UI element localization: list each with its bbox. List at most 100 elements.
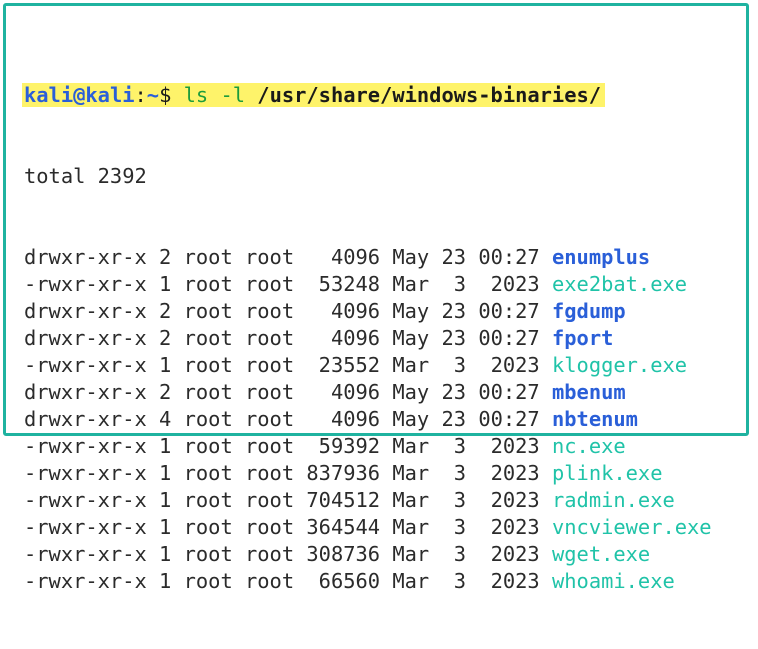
file-group: root [245,569,295,593]
prompt-highlight: kali@kali:~$ ls -l /usr/share/windows-bi… [22,83,606,107]
terminal-output: kali@kali:~$ ls -l /usr/share/windows-bi… [22,28,712,649]
file-permissions: drwxr-xr-x [24,326,147,350]
file-size: 4096 [306,407,381,431]
listing-row: -rwxr-xr-x 1 root root 837936 Mar 3 2023… [24,460,712,487]
file-group: root [245,380,295,404]
file-time: 00:27 [478,380,540,404]
listing-row: -rwxr-xr-x 1 root root 66560 Mar 3 2023 … [24,568,712,595]
file-owner: root [183,542,233,566]
file-day: 3 [441,461,467,485]
file-month: Mar [392,515,430,539]
file-size: 4096 [306,245,381,269]
file-group: root [245,245,295,269]
file-permissions: -rwxr-xr-x [24,488,147,512]
terminal-window: kali@kali:~$ ls -l /usr/share/windows-bi… [3,3,749,593]
file-links: 2 [159,326,172,350]
listing-row: drwxr-xr-x 4 root root 4096 May 23 00:27… [24,406,712,433]
file-group: root [245,407,295,431]
file-month: May [392,245,430,269]
file-group: root [245,326,295,350]
prompt-symbol: $ [159,83,172,107]
file-day: 3 [441,353,467,377]
file-permissions: -rwxr-xr-x [24,542,147,566]
file-month: Mar [392,272,430,296]
file-day: 23 [441,326,467,350]
file-links: 2 [159,245,172,269]
file-links: 2 [159,299,172,323]
executable-name: exe2bat.exe [551,272,688,296]
file-day: 3 [441,542,467,566]
file-links: 1 [159,434,172,458]
prompt-host: kali [85,83,135,107]
file-links: 1 [159,272,172,296]
file-permissions: -rwxr-xr-x [24,353,147,377]
prompt-at: @ [73,83,86,107]
directory-name: fgdump [551,299,626,323]
file-links: 4 [159,407,172,431]
file-owner: root [183,488,233,512]
file-links: 2 [159,380,172,404]
file-size: 4096 [306,326,381,350]
file-month: Mar [392,461,430,485]
file-permissions: drwxr-xr-x [24,380,147,404]
file-time: 2023 [478,569,540,593]
file-owner: root [183,434,233,458]
file-links: 1 [159,488,172,512]
command-argument: /usr/share/windows-binaries/ [257,83,602,107]
prompt-colon: : [134,83,147,107]
file-owner: root [183,461,233,485]
executable-name: plink.exe [551,461,663,485]
listing-row: drwxr-xr-x 2 root root 4096 May 23 00:27… [24,325,712,352]
file-size: 364544 [306,515,381,539]
file-day: 3 [441,488,467,512]
file-owner: root [183,515,233,539]
directory-name: fport [551,326,614,350]
listing-row: -rwxr-xr-x 1 root root 59392 Mar 3 2023 … [24,433,712,460]
listing-row: drwxr-xr-x 2 root root 4096 May 23 00:27… [24,298,712,325]
file-month: May [392,407,430,431]
executable-name: whoami.exe [551,569,675,593]
listing-row: -rwxr-xr-x 1 root root 53248 Mar 3 2023 … [24,271,712,298]
file-month: Mar [392,542,430,566]
prompt-cwd: ~ [146,83,160,107]
file-permissions: drwxr-xr-x [24,245,147,269]
file-time: 00:27 [478,407,540,431]
file-owner: root [183,380,233,404]
file-time: 2023 [478,542,540,566]
command-text: ls -l [183,83,246,107]
listing: drwxr-xr-x 2 root root 4096 May 23 00:27… [24,244,712,595]
file-owner: root [183,569,233,593]
file-group: root [245,488,295,512]
file-size: 53248 [306,272,381,296]
listing-row: -rwxr-xr-x 1 root root 308736 Mar 3 2023… [24,541,712,568]
listing-row: -rwxr-xr-x 1 root root 704512 Mar 3 2023… [24,487,712,514]
file-size: 66560 [306,569,381,593]
file-links: 1 [159,515,172,539]
file-group: root [245,542,295,566]
file-time: 2023 [478,272,540,296]
file-owner: root [183,299,233,323]
file-time: 00:27 [478,245,540,269]
file-time: 00:27 [478,326,540,350]
file-month: Mar [392,569,430,593]
file-size: 308736 [306,542,381,566]
listing-row: drwxr-xr-x 2 root root 4096 May 23 00:27… [24,244,712,271]
file-permissions: drwxr-xr-x [24,299,147,323]
file-owner: root [183,272,233,296]
file-permissions: -rwxr-xr-x [24,569,147,593]
file-day: 3 [441,434,467,458]
file-owner: root [183,407,233,431]
file-day: 3 [441,272,467,296]
file-month: Mar [392,434,430,458]
file-group: root [245,272,295,296]
file-group: root [245,299,295,323]
file-month: Mar [392,353,430,377]
file-group: root [245,434,295,458]
total-line: total 2392 [24,164,147,188]
file-day: 3 [441,569,467,593]
file-day: 23 [441,407,467,431]
executable-name: radmin.exe [551,488,675,512]
file-size: 4096 [306,299,381,323]
file-group: root [245,515,295,539]
listing-row: -rwxr-xr-x 1 root root 23552 Mar 3 2023 … [24,352,712,379]
